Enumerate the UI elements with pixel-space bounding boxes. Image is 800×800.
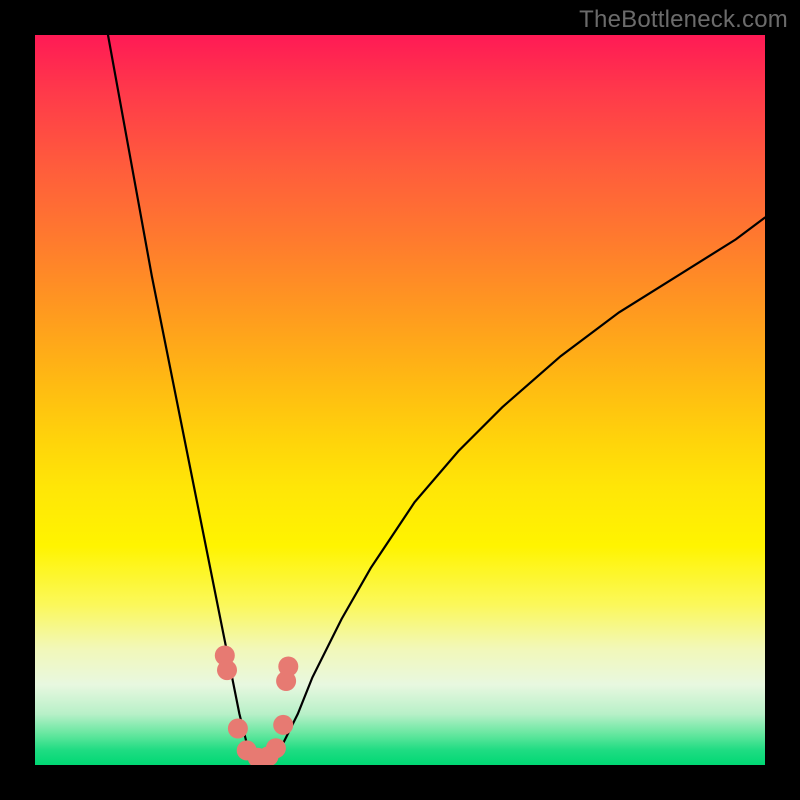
highlight-markers	[215, 646, 298, 766]
watermark-text: TheBottleneck.com	[579, 6, 788, 34]
highlight-point	[217, 660, 237, 680]
highlight-point	[266, 738, 286, 758]
highlight-point	[228, 719, 248, 739]
bottleneck-curve-svg	[35, 35, 765, 765]
highlight-point	[278, 657, 298, 677]
chart-frame: TheBottleneck.com	[0, 0, 800, 800]
highlight-point	[273, 715, 293, 735]
plot-area	[35, 35, 765, 765]
bottleneck-curve	[108, 35, 765, 765]
